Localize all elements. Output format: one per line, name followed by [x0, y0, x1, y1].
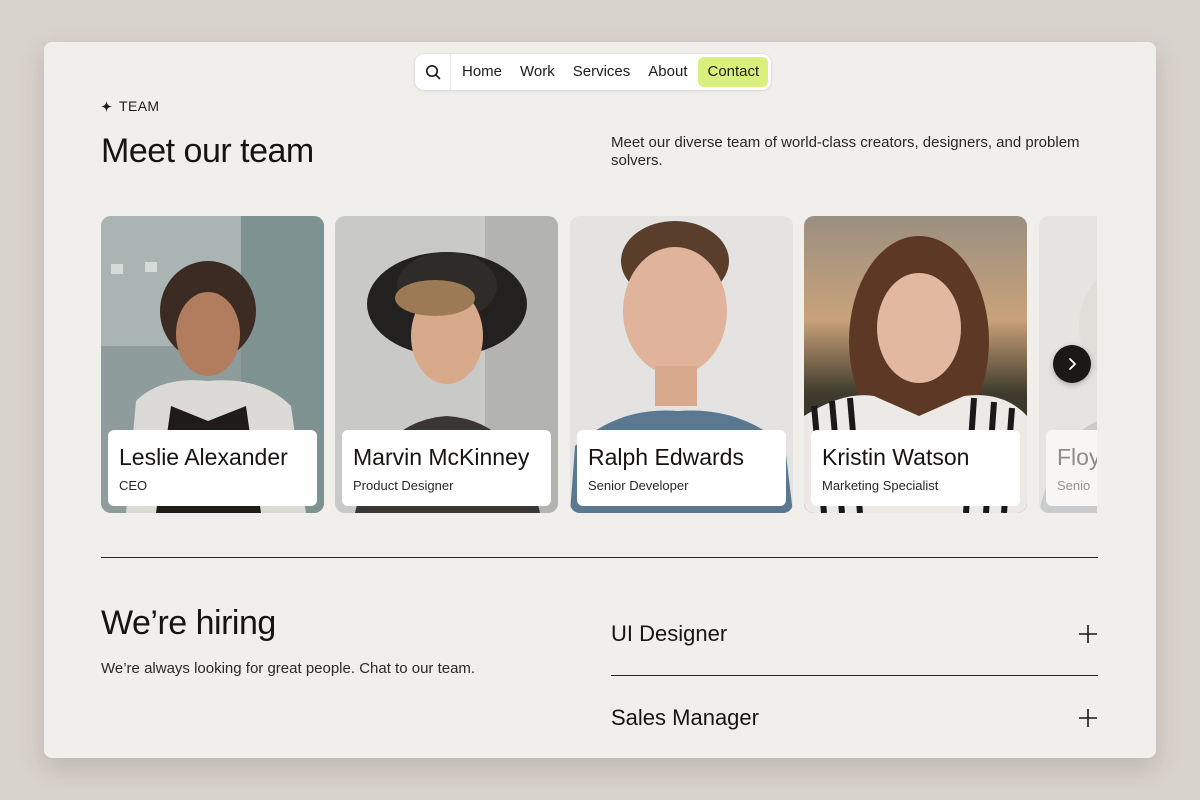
- chevron-right-icon: [1069, 358, 1076, 370]
- member-name: Leslie Alexander: [119, 444, 288, 470]
- sparkle-icon: [101, 100, 112, 112]
- team-eyebrow: TEAM: [101, 98, 160, 114]
- search-icon: [425, 64, 440, 80]
- plus-icon[interactable]: [1078, 708, 1098, 728]
- nav-services[interactable]: Services: [564, 57, 640, 87]
- eyebrow-label: TEAM: [119, 98, 160, 114]
- member-role: Senio: [1057, 478, 1091, 493]
- member-role: CEO: [119, 478, 148, 493]
- member-caption: Leslie Alexander CEO: [108, 430, 317, 506]
- member-caption: Floy Senio: [1046, 430, 1097, 506]
- section-divider: [101, 557, 1098, 558]
- member-name: Marvin McKinney: [353, 444, 530, 470]
- team-card[interactable]: Marvin McKinney Product Designer: [335, 216, 558, 513]
- member-name: Kristin Watson: [822, 444, 970, 470]
- page-frame: Home Work Services About Contact TEAM Me…: [44, 42, 1156, 758]
- member-role: Marketing Specialist: [822, 478, 939, 493]
- team-title: Meet our team: [101, 132, 314, 170]
- member-caption: Marvin McKinney Product Designer: [342, 430, 551, 506]
- nav-home[interactable]: Home: [453, 57, 511, 87]
- nav-work[interactable]: Work: [511, 57, 564, 87]
- member-caption: Kristin Watson Marketing Specialist: [811, 430, 1020, 506]
- member-role: Senior Developer: [588, 478, 689, 493]
- nav-about[interactable]: About: [639, 57, 696, 87]
- member-role: Product Designer: [353, 478, 454, 493]
- hiring-text: We’re always looking for great people. C…: [101, 660, 476, 677]
- top-nav: Home Work Services About Contact: [415, 54, 772, 90]
- hiring-title: We’re hiring: [101, 604, 276, 642]
- job-divider: [611, 675, 1098, 676]
- team-card[interactable]: Kristin Watson Marketing Specialist: [804, 216, 1027, 513]
- job-title: Sales Manager: [611, 705, 759, 730]
- job-title: UI Designer: [611, 621, 728, 646]
- member-name: Ralph Edwards: [588, 444, 744, 470]
- member-name: Floy: [1057, 444, 1097, 470]
- job-item-ui-designer[interactable]: UI Designer: [611, 610, 1098, 658]
- team-card[interactable]: Ralph Edwards Senior Developer: [570, 216, 793, 513]
- team-intro: Meet our diverse team of world-class cre…: [611, 134, 1080, 169]
- team-carousel: Leslie Alexander CEO Marvin McKinney Pro…: [101, 216, 1097, 514]
- nav-contact[interactable]: Contact: [698, 57, 769, 87]
- carousel-next-button[interactable]: [1053, 345, 1091, 383]
- search-button[interactable]: [415, 54, 451, 90]
- job-item-sales-manager[interactable]: Sales Manager: [611, 694, 1098, 742]
- team-card[interactable]: Leslie Alexander CEO: [101, 216, 324, 513]
- member-caption: Ralph Edwards Senior Developer: [577, 430, 786, 506]
- plus-icon[interactable]: [1078, 624, 1098, 644]
